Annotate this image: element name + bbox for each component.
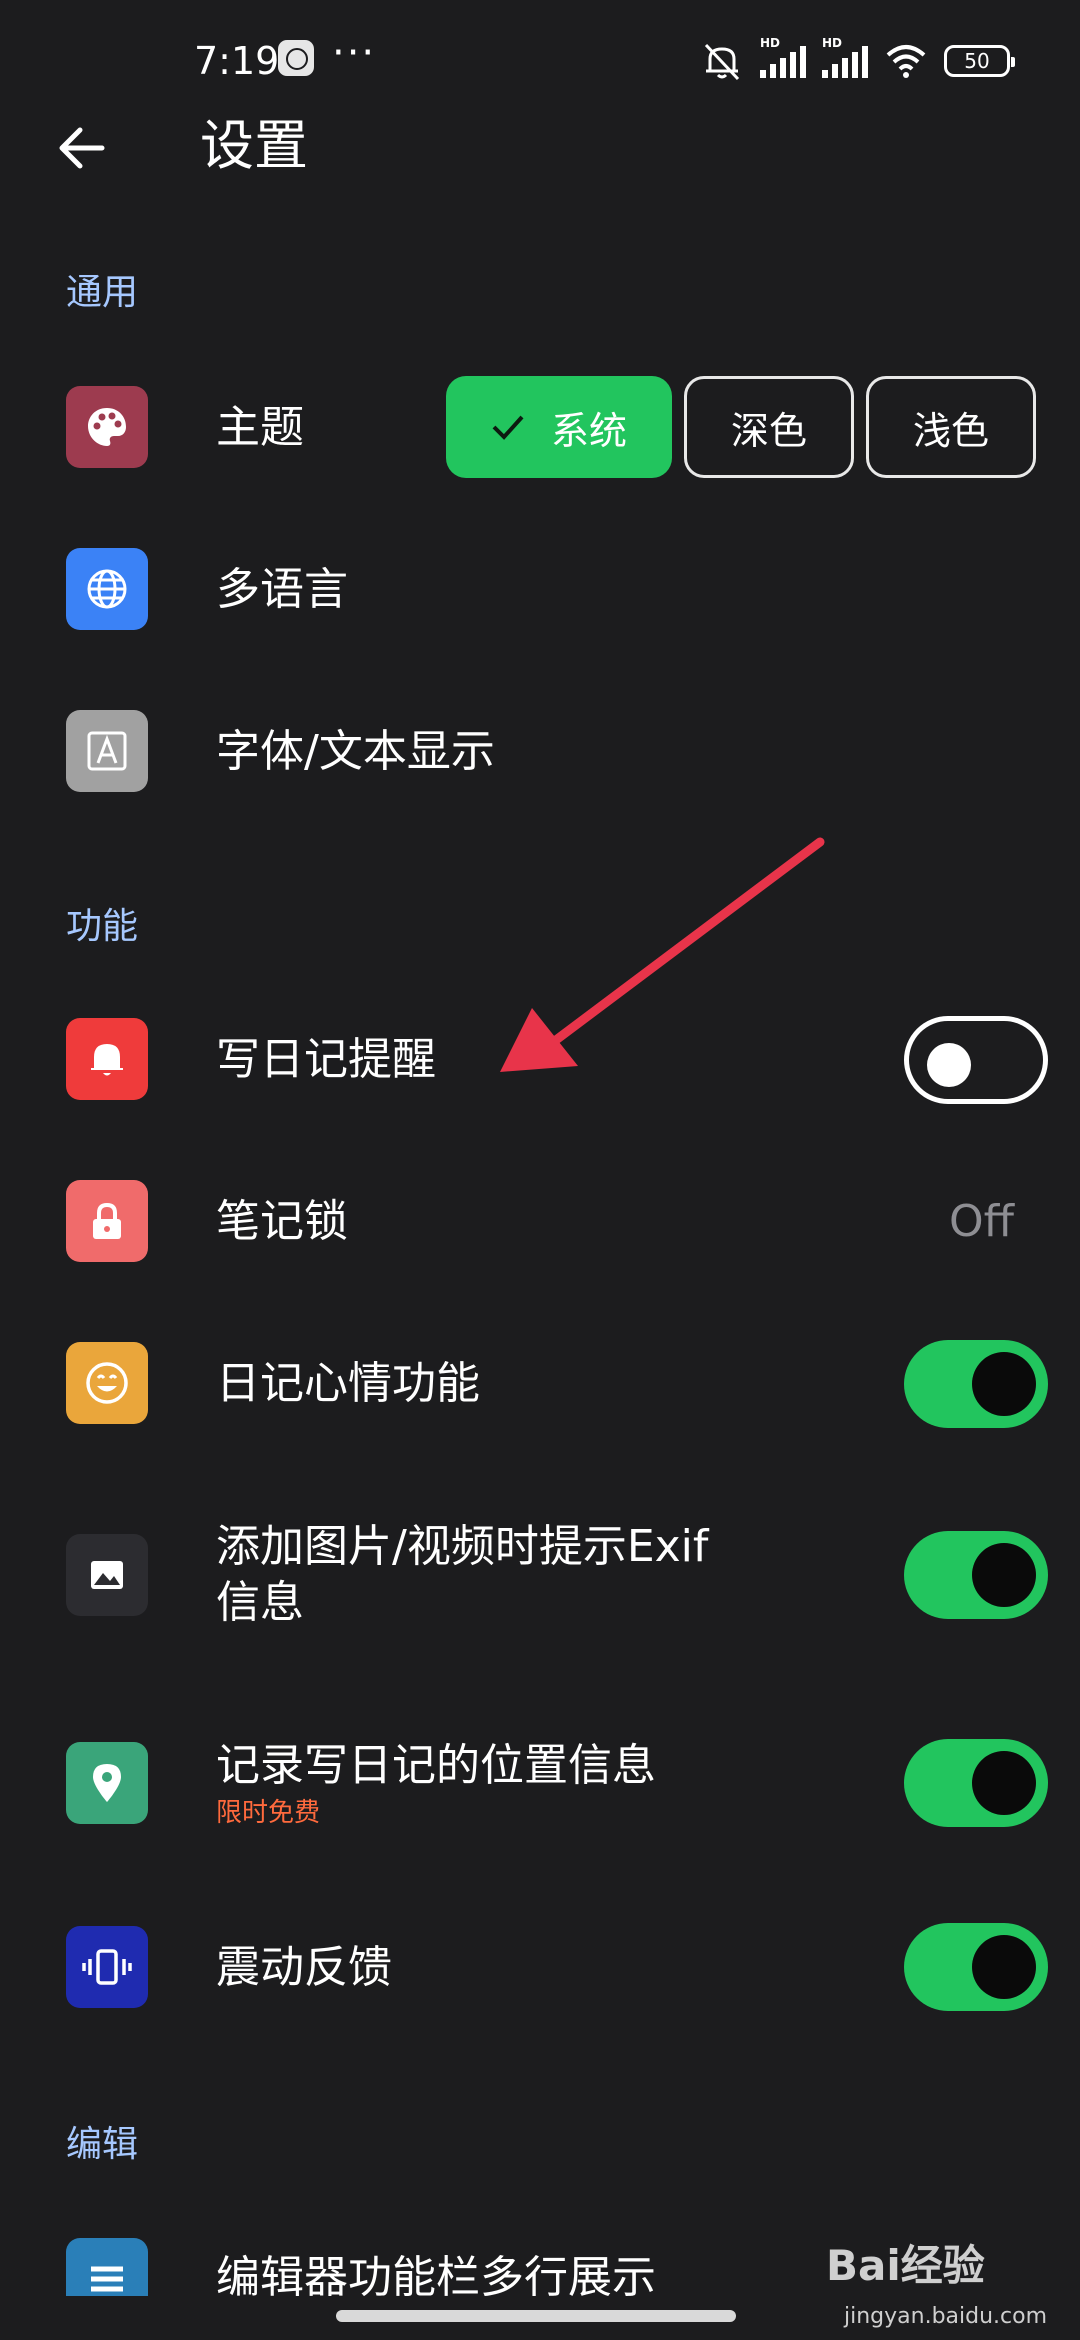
theme-option-label: 浅色 [912, 408, 989, 453]
section-general: 通用 [66, 272, 139, 313]
wifi-icon [886, 45, 926, 78]
lock-icon [66, 1180, 148, 1262]
globe-icon [66, 548, 148, 630]
annotation-arrow [500, 837, 825, 1072]
theme-option-label: 深色 [730, 408, 807, 453]
location-pin-icon [66, 1742, 148, 1824]
theme-option-system[interactable]: 系统 [446, 376, 672, 478]
status-time: 7:19 [194, 39, 280, 83]
exif-label-line1: 添加图片/视频时提示Exif [216, 1521, 709, 1572]
image-icon [66, 1534, 148, 1616]
theme-label: 主题 [216, 402, 304, 453]
clock-app-icon [278, 40, 314, 76]
hd-label: HD [822, 36, 843, 50]
location-label: 记录写日记的位置信息 [216, 1740, 656, 1791]
note-lock-value: Off [949, 1196, 1014, 1247]
note-lock-label: 笔记锁 [216, 1196, 348, 1247]
signal-2-icon: HD [822, 36, 868, 78]
language-label: 多语言 [216, 564, 348, 615]
section-editing: 编辑 [66, 2124, 139, 2165]
baidu-watermark: Bai经验 jingyan.baidu.com [826, 2232, 1062, 2340]
limited-free-badge: 限时免费 [216, 1798, 321, 1828]
palette-icon [66, 386, 148, 468]
home-indicator[interactable] [336, 2310, 736, 2322]
settings-row-language[interactable] [0, 536, 1080, 646]
theme-option-dark[interactable]: 深色 [684, 376, 854, 478]
exif-label-line2: 信息 [216, 1577, 304, 1628]
theme-option-light[interactable]: 浅色 [866, 376, 1036, 478]
section-features: 功能 [66, 906, 139, 947]
battery-icon: 50 [944, 45, 1015, 77]
back-arrow-icon[interactable] [52, 118, 112, 178]
mute-bell-icon [704, 43, 740, 81]
watermark-text: Bai经验 [826, 2241, 985, 2290]
vibration-icon [66, 1926, 148, 2008]
settings-row-note-lock[interactable] [0, 1168, 1080, 1278]
smile-icon [66, 1342, 148, 1424]
hd-label: HD [760, 36, 781, 50]
theme-option-label: 系统 [550, 408, 627, 453]
bell-icon [66, 1018, 148, 1100]
exif-toggle[interactable] [904, 1531, 1048, 1619]
mood-toggle[interactable] [904, 1340, 1048, 1428]
haptic-toggle[interactable] [904, 1923, 1048, 2011]
diary-reminder-label: 写日记提醒 [216, 1034, 436, 1085]
more-notifications-icon: ··· [332, 30, 377, 76]
watermark-url: jingyan.baidu.com [844, 2304, 1048, 2329]
location-toggle[interactable] [904, 1739, 1048, 1827]
font-a-icon [66, 710, 148, 792]
mood-label: 日记心情功能 [216, 1358, 480, 1409]
status-icons: HD HD 50 [700, 36, 1015, 84]
check-icon [492, 415, 524, 440]
signal-1-icon: HD [760, 36, 806, 78]
haptic-label: 震动反馈 [216, 1942, 392, 1993]
font-label: 字体/文本显示 [216, 726, 495, 777]
settings-row-font[interactable] [0, 698, 1080, 808]
page-title: 设置 [200, 114, 308, 177]
diary-reminder-toggle[interactable] [904, 1016, 1048, 1104]
